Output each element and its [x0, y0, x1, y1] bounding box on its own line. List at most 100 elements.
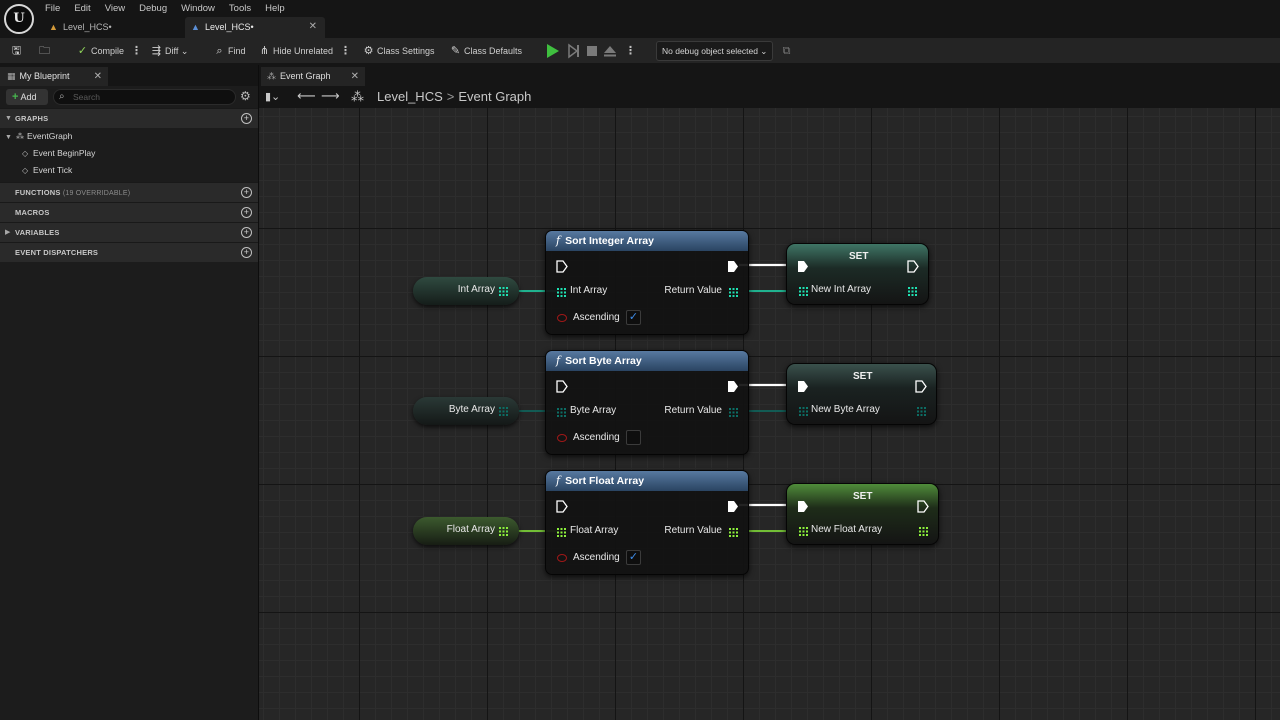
hide-unrelated-options-button[interactable]: ⋮ [340, 42, 351, 60]
exec-in-pin-icon[interactable] [797, 380, 809, 393]
int-array-pin-icon[interactable] [557, 288, 566, 297]
tab-my-blueprint[interactable]: ▦ My Blueprint ✕ [0, 67, 108, 86]
float-array-pin-icon[interactable] [499, 527, 508, 536]
exec-in-pin-icon[interactable] [797, 260, 809, 273]
bookmark-icon[interactable]: ▮⌄ [265, 90, 280, 103]
exec-in-pin-icon[interactable] [556, 380, 568, 393]
bool-pin-icon[interactable] [557, 554, 567, 562]
hide-unrelated-button[interactable]: ⋔ Hide Unrelated [258, 42, 333, 60]
byte-array-pin-icon[interactable] [499, 407, 508, 416]
menu-debug[interactable]: Debug [132, 0, 174, 16]
debug-object-select[interactable]: No debug object selected ⌄ [656, 41, 773, 61]
document-tab-level[interactable]: ▲ Level_HCS• [44, 17, 182, 38]
debug-filter-button[interactable]: ⧉ [780, 42, 795, 60]
browse-button[interactable]: 🗀 [38, 42, 53, 60]
ascending-checkbox[interactable]: ✓ [626, 310, 641, 325]
add-label: Add [20, 92, 37, 102]
menu-help[interactable]: Help [258, 0, 292, 16]
close-icon[interactable]: ✕ [94, 67, 102, 86]
exec-in-pin-icon[interactable] [556, 500, 568, 513]
section-event-dispatchers[interactable]: EVENT DISPATCHERS + [0, 242, 258, 262]
byte-array-pin-icon[interactable] [917, 407, 926, 416]
bool-pin-icon[interactable] [557, 314, 567, 322]
gear-icon[interactable]: ⚙ [240, 89, 251, 103]
diff-button[interactable]: ⇶ Diff ⌄ [150, 42, 189, 60]
float-array-pin-icon[interactable] [919, 527, 928, 536]
unreal-logo-icon[interactable]: U [4, 4, 34, 34]
compile-options-button[interactable]: ⋮ [131, 42, 142, 60]
exec-out-pin-icon[interactable] [917, 500, 929, 513]
section-graphs[interactable]: ▼ GRAPHS + [0, 108, 258, 128]
class-settings-button[interactable]: ⚙ Class Settings [362, 42, 435, 60]
tree-item-eventgraph[interactable]: ▼ ⁂ EventGraph [0, 128, 258, 145]
section-functions[interactable]: FUNCTIONS (19 OVERRIDABLE) + [0, 182, 258, 202]
menu-edit[interactable]: Edit [67, 0, 97, 16]
add-function-icon[interactable]: + [241, 187, 252, 198]
add-button[interactable]: + Add [6, 89, 48, 105]
close-icon[interactable]: ✕ [309, 17, 317, 37]
tree-item-begin-play[interactable]: ◇ Event BeginPlay [0, 145, 258, 162]
tree-item-tick[interactable]: ◇ Event Tick [0, 162, 258, 179]
play-options-button[interactable]: ⋮ [625, 42, 636, 60]
exec-out-pin-icon[interactable] [915, 380, 927, 393]
find-button[interactable]: ⌕ Find [213, 42, 245, 60]
menu-view[interactable]: View [98, 0, 132, 16]
float-array-pin-icon[interactable] [557, 528, 566, 537]
set-node-new-int-array[interactable]: SET New Int Array [786, 243, 929, 305]
class-defaults-button[interactable]: ✎ Class Defaults [449, 42, 522, 60]
variable-node-byte-array[interactable]: Byte Array [413, 397, 519, 425]
byte-array-pin-icon[interactable] [729, 408, 738, 417]
breadcrumb-level[interactable]: Level_HCS [377, 89, 443, 104]
exec-in-pin-icon[interactable] [797, 500, 809, 513]
graph-canvas[interactable]: Int Array f Sort Integer Array Int Array … [259, 108, 1280, 720]
variable-node-float-array[interactable]: Float Array [413, 517, 519, 545]
play-icon[interactable] [543, 42, 562, 60]
document-tab-blueprint[interactable]: ▲ Level_HCS• ✕ [185, 17, 325, 38]
int-array-pin-icon[interactable] [499, 287, 508, 296]
add-dispatcher-icon[interactable]: + [241, 247, 252, 258]
exec-out-pin-icon[interactable] [907, 260, 919, 273]
add-macro-icon[interactable]: + [241, 207, 252, 218]
menu-file[interactable]: File [38, 0, 67, 16]
int-array-pin-icon[interactable] [908, 287, 917, 296]
exec-out-pin-icon[interactable] [727, 500, 739, 513]
set-node-new-byte-array[interactable]: SET New Byte Array [786, 363, 937, 425]
eject-icon[interactable] [602, 42, 618, 60]
byte-array-pin-icon[interactable] [799, 407, 808, 416]
ascending-checkbox[interactable]: ✓ [626, 550, 641, 565]
step-icon[interactable] [565, 42, 582, 60]
function-node-sort-byte-array[interactable]: f Sort Byte Array Byte Array Return Value… [545, 350, 749, 455]
breadcrumb-graph[interactable]: Event Graph [458, 89, 531, 104]
int-array-pin-icon[interactable] [729, 288, 738, 297]
float-array-pin-icon[interactable] [799, 527, 808, 536]
menu-tools[interactable]: Tools [222, 0, 258, 16]
add-graph-icon[interactable]: + [241, 113, 252, 124]
compile-button[interactable]: ✓ Compile [76, 42, 124, 60]
close-icon[interactable]: ✕ [351, 67, 359, 86]
exec-out-pin-icon[interactable] [727, 380, 739, 393]
save-button[interactable]: 🖫 [10, 42, 25, 60]
search-input[interactable] [73, 90, 231, 104]
exec-in-pin-icon[interactable] [556, 260, 568, 273]
section-macros[interactable]: MACROS + [0, 202, 258, 222]
exec-out-pin-icon[interactable] [727, 260, 739, 273]
set-pin-label: New Int Array [811, 284, 872, 295]
menu-window[interactable]: Window [174, 0, 222, 16]
int-array-pin-icon[interactable] [799, 287, 808, 296]
function-node-sort-float-array[interactable]: f Sort Float Array Float Array Return Val… [545, 470, 749, 575]
forward-arrow-icon[interactable]: ⟶ [321, 88, 340, 104]
variable-node-int-array[interactable]: Int Array [413, 277, 519, 305]
function-node-sort-integer-array[interactable]: f Sort Integer Array Int Array Return Val… [545, 230, 749, 335]
set-node-new-float-array[interactable]: SET New Float Array [786, 483, 939, 545]
byte-array-pin-icon[interactable] [557, 408, 566, 417]
float-array-pin-icon[interactable] [729, 528, 738, 537]
bool-pin-icon[interactable] [557, 434, 567, 442]
back-arrow-icon[interactable]: ⟵ [297, 88, 316, 104]
tab-event-graph[interactable]: ⁂ Event Graph ✕ [261, 67, 365, 86]
stop-icon[interactable] [584, 42, 600, 60]
add-variable-icon[interactable]: + [241, 227, 252, 238]
section-variables[interactable]: ▶ VARIABLES + [0, 222, 258, 242]
node-title: Sort Integer Array [565, 235, 654, 247]
ascending-checkbox[interactable] [626, 430, 641, 445]
toolbar: 🖫 🗀 ✓ Compile ⋮ ⇶ Diff ⌄ ⌕ Find ⋔ Hide Unrel… [0, 38, 1280, 64]
